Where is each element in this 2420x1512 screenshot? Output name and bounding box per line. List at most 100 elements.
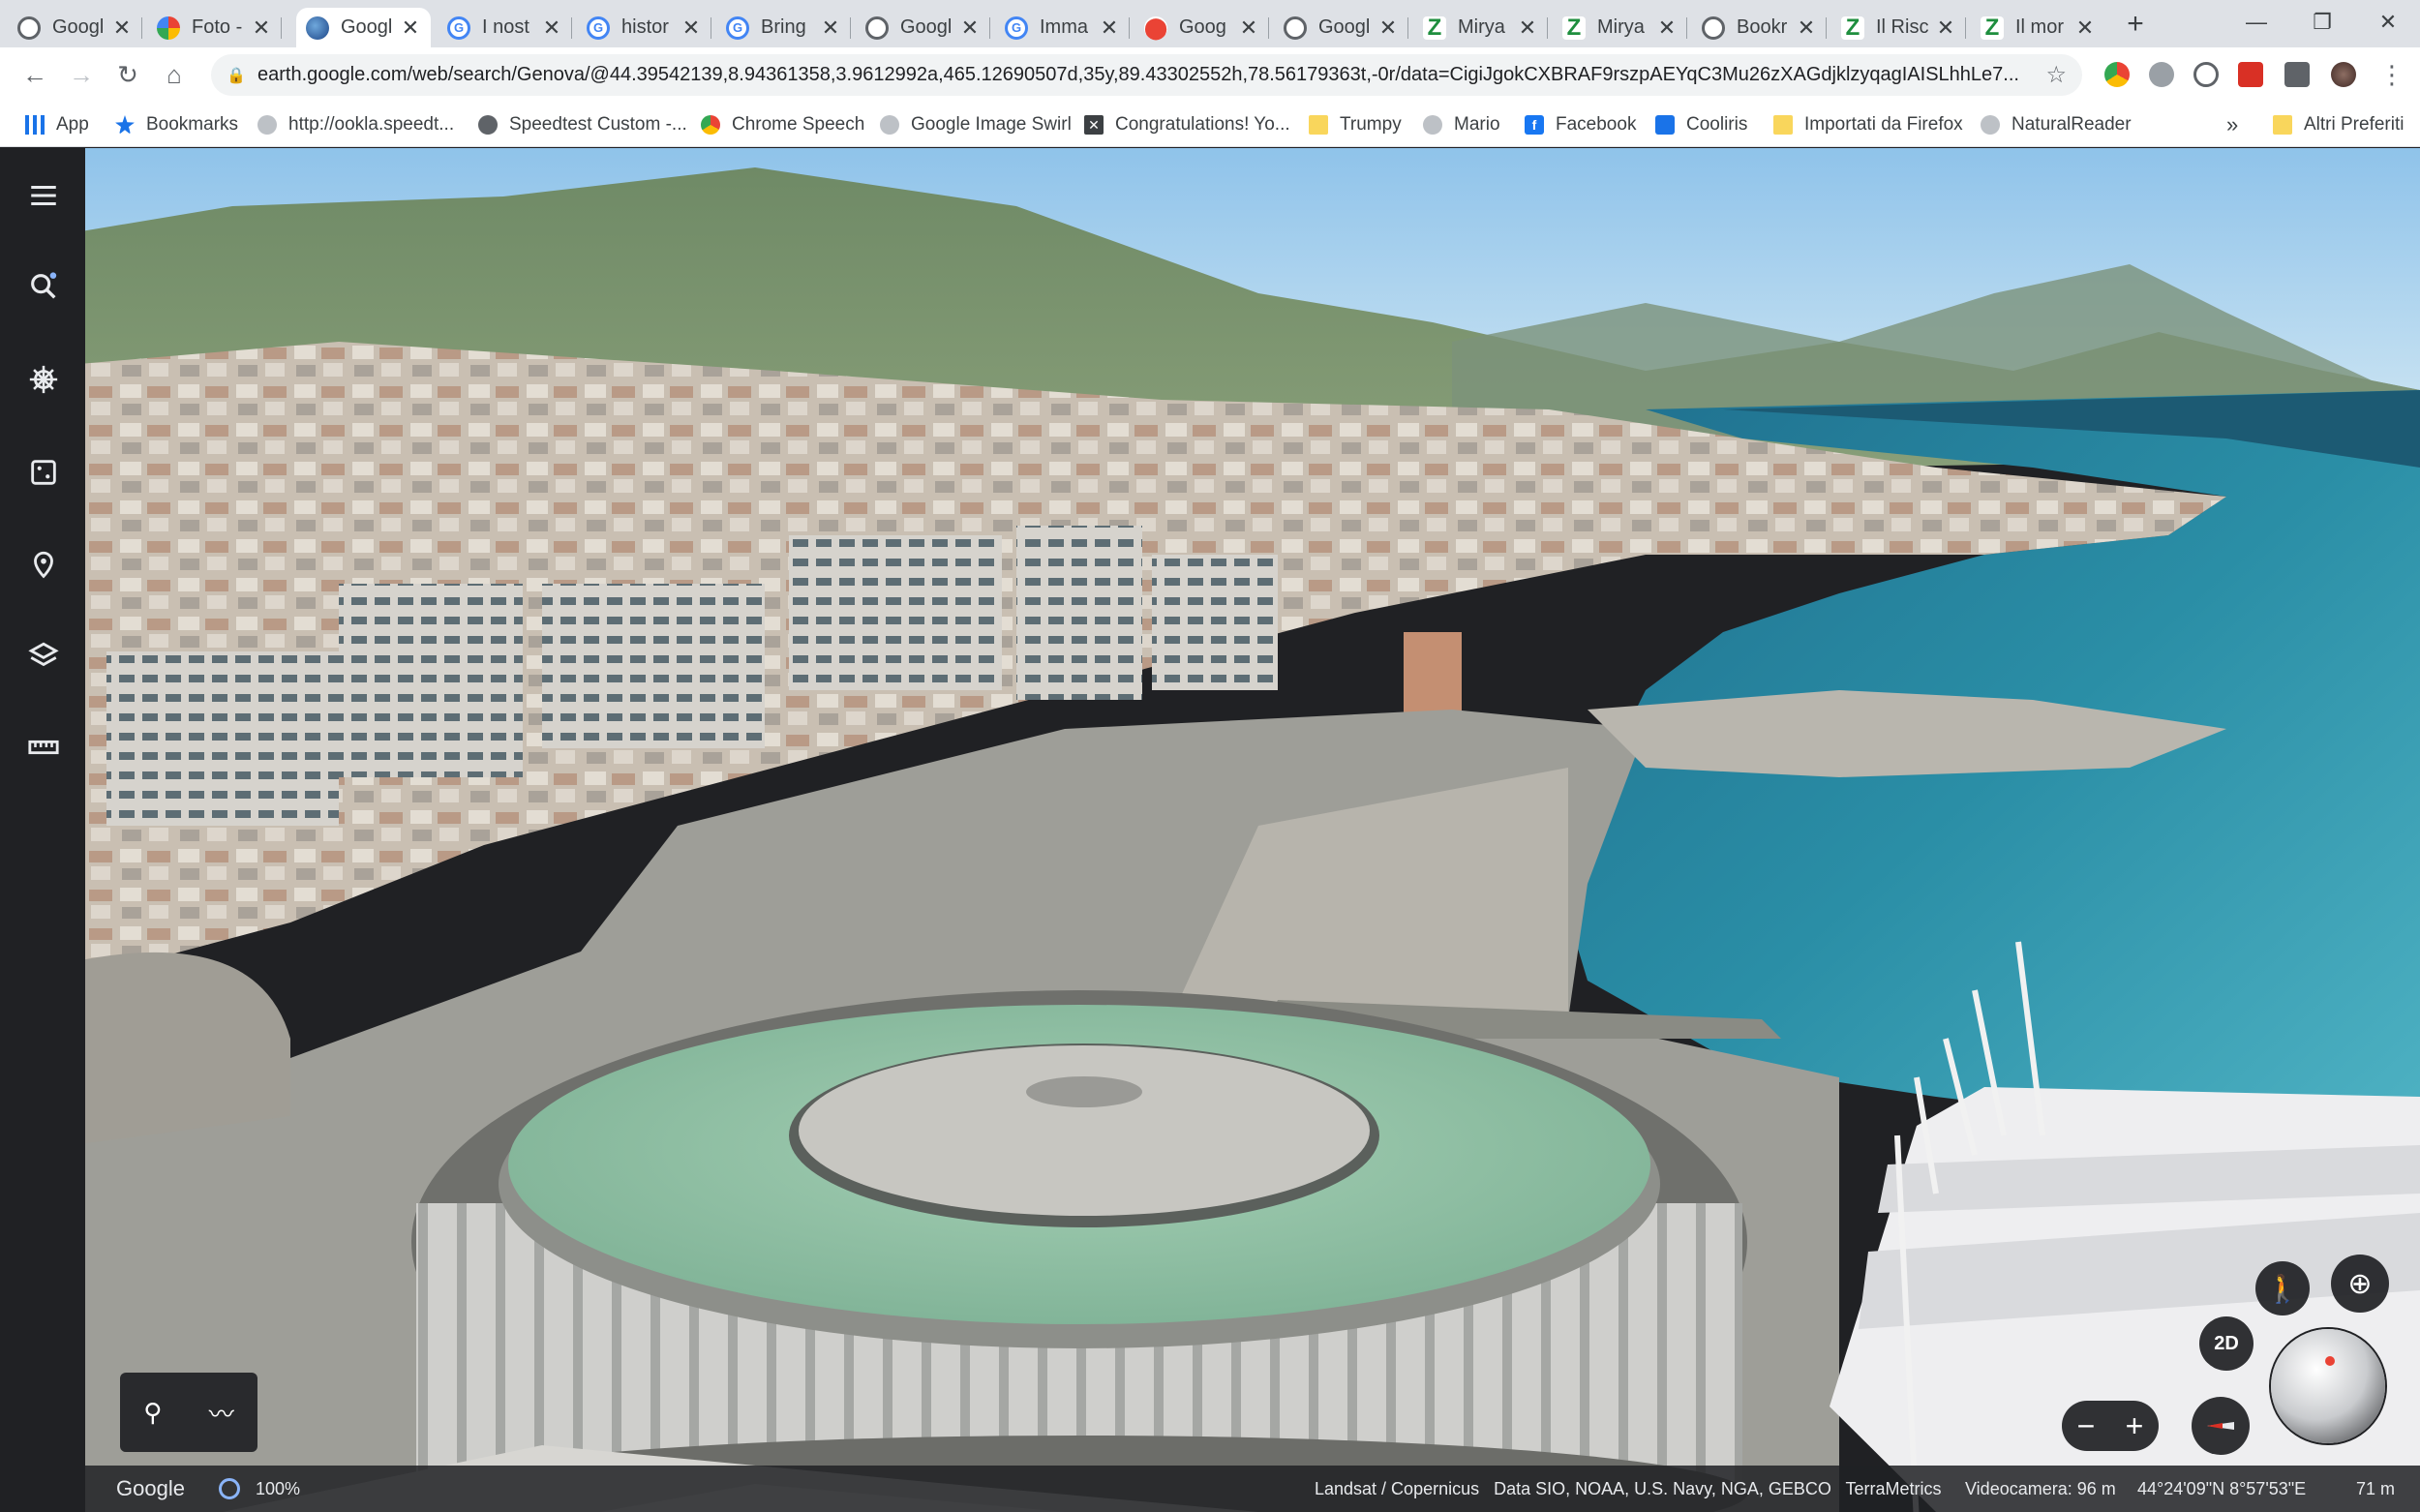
close-tab-icon[interactable]: ✕ (959, 15, 981, 41)
bookmark-ookla[interactable]: http://ookla.speedt... (257, 103, 454, 147)
bookmark-cooliris[interactable]: Cooliris (1655, 103, 1747, 147)
tab-8[interactable]: G Imma ✕ (995, 8, 1130, 47)
bookmark-congratulations[interactable]: ✕ Congratulations! Yo... (1084, 103, 1290, 147)
profile-avatar[interactable] (2331, 62, 2356, 87)
menu-kebab-icon[interactable]: ⋮ (2374, 56, 2410, 93)
tab-12[interactable]: Z Mirya ✕ (1553, 8, 1687, 47)
2d-toggle-button[interactable]: 2D (2199, 1316, 2254, 1371)
compass-needle-icon (2207, 1422, 2234, 1430)
globe-icon (1702, 15, 1725, 40)
draw-path-icon[interactable]: 〰 (209, 1395, 234, 1431)
tab-5[interactable]: Ghistor ✕ (577, 8, 711, 47)
close-tab-icon[interactable]: ✕ (1517, 15, 1538, 41)
zoom-controls: − + (2062, 1401, 2159, 1451)
tab-1[interactable]: Googl ✕ (8, 8, 142, 47)
bookmark-star-icon[interactable]: ☆ (2045, 61, 2067, 89)
map-style-layers-icon[interactable] (23, 636, 64, 677)
globe-overview-icon[interactable] (2271, 1329, 2385, 1443)
forward-button[interactable]: → (63, 56, 100, 93)
extensions-puzzle-icon[interactable] (2284, 62, 2310, 87)
bookmark-trumpy[interactable]: Trumpy (1309, 103, 1402, 147)
pegman-icon[interactable]: 🚶 (2255, 1261, 2310, 1315)
bookmark-naturalreader[interactable]: NaturalReader (1981, 103, 2132, 147)
bookmark-image-swirl[interactable]: Google Image Swirl (880, 103, 1072, 147)
tab-10[interactable]: Googl ✕ (1274, 8, 1408, 47)
my-location-icon[interactable]: ⊕ (2331, 1255, 2389, 1313)
other-bookmarks-button[interactable]: Altri Preferiti (2273, 103, 2404, 147)
extension-color-icon[interactable] (2104, 62, 2130, 87)
measure-tools: ⚲ 〰 (120, 1373, 257, 1452)
tab-strip: Googl ✕ Foto - ✕ Googl ✕ GI nost ✕ Ghistor ✕ … (0, 0, 2420, 47)
zoom-out-button[interactable]: − (2077, 1408, 2096, 1444)
bookmark-speedtest[interactable]: Speedtest Custom -... (478, 103, 687, 147)
close-tab-icon[interactable]: ✕ (1935, 15, 1956, 41)
close-tab-icon[interactable]: ✕ (251, 15, 272, 41)
home-button[interactable]: ⌂ (156, 56, 193, 93)
extension-pocket-icon[interactable] (2238, 62, 2263, 87)
hamburger-menu-icon[interactable] (23, 175, 64, 216)
tab-14[interactable]: Z Il Risc ✕ (1831, 8, 1966, 47)
tab-6[interactable]: G Bring ✕ (716, 8, 851, 47)
bookmarks-bar: App Bookmarks http://ookla.speedt... Spe… (0, 103, 2420, 147)
close-tab-icon[interactable]: ✕ (681, 15, 702, 41)
close-tab-icon[interactable]: ✕ (400, 15, 421, 41)
projects-pin-icon[interactable] (23, 545, 64, 586)
tab-15[interactable]: Z Il mor ✕ (1971, 8, 2105, 47)
miryam-icon: Z (1423, 15, 1446, 41)
bookmark-apps[interactable]: App (25, 103, 89, 147)
google-maps-icon: ⬤ (1143, 15, 1168, 40)
zoom-in-button[interactable]: + (2126, 1408, 2144, 1444)
minimize-button[interactable]: — (2224, 0, 2288, 44)
url-text[interactable]: earth.google.com/web/search/Genova/@44.3… (257, 64, 2045, 86)
tab-3-active[interactable]: Googl ✕ (296, 8, 431, 47)
bookmarks-overflow-button[interactable]: » (2226, 103, 2238, 147)
google-icon: G (1005, 15, 1028, 40)
cooliris-icon (1655, 115, 1675, 135)
bookmark-facebook[interactable]: f Facebook (1525, 103, 1636, 147)
close-tab-icon[interactable]: ✕ (2074, 15, 2096, 41)
google-logo-text: Google (116, 1476, 185, 1500)
close-window-button[interactable]: ✕ (2356, 0, 2420, 44)
bookmark-chrome-speech[interactable]: Chrome Speech (701, 103, 864, 147)
tab-4[interactable]: GI nost ✕ (438, 8, 572, 47)
tab-2[interactable]: Foto - ✕ (147, 8, 282, 47)
extension-speedometer-icon[interactable] (2193, 62, 2219, 87)
place-marker-icon[interactable]: ⚲ (143, 1398, 162, 1428)
close-tab-icon[interactable]: ✕ (1099, 15, 1120, 41)
earth-status-bar: Google 100% Landsat / Copernicus Data SI… (85, 1466, 2420, 1512)
tab-9[interactable]: ⬤ Goog ✕ (1134, 8, 1269, 47)
bookmark-firefox-import[interactable]: Importati da Firefox (1773, 103, 1963, 147)
bookmark-mario[interactable]: Mario (1423, 103, 1500, 147)
compass-button[interactable] (2192, 1397, 2250, 1455)
extension-check-icon[interactable] (2149, 62, 2174, 87)
feeling-lucky-dice-icon[interactable] (23, 452, 64, 493)
search-icon[interactable] (23, 266, 64, 307)
reload-button[interactable]: ↻ (109, 56, 146, 93)
close-tab-icon[interactable]: ✕ (541, 15, 562, 41)
restore-button[interactable]: ❐ (2290, 0, 2354, 44)
genoa-aerial-scene[interactable] (0, 148, 2420, 1512)
globe-icon (1981, 115, 2000, 135)
close-tab-icon[interactable]: ✕ (111, 15, 133, 41)
close-tab-icon[interactable]: ✕ (1796, 15, 1817, 41)
camera-altitude: Videocamera: 96 m (1965, 1478, 2116, 1498)
bookmark-bookmarks[interactable]: Bookmarks (115, 103, 238, 147)
earth-3d-viewport[interactable]: ⚲ 〰 🚶 ⊕ 2D − + (0, 148, 2420, 1512)
new-tab-button[interactable]: + (2118, 7, 2153, 42)
browser-window: Googl ✕ Foto - ✕ Googl ✕ GI nost ✕ Ghistor ✕ … (0, 0, 2420, 1512)
voyager-wheel-icon[interactable] (23, 359, 64, 400)
lock-icon[interactable]: 🔒 (227, 66, 246, 85)
measure-ruler-icon[interactable] (23, 727, 64, 768)
close-tab-icon[interactable]: ✕ (1238, 15, 1259, 41)
tab-13[interactable]: Bookr ✕ (1692, 8, 1827, 47)
imagery-attribution[interactable]: Landsat / Copernicus Data SIO, NOAA, U.S… (1315, 1479, 1942, 1499)
miryam-icon: Z (1562, 15, 1586, 41)
tab-11[interactable]: Z Mirya ✕ (1413, 8, 1548, 47)
close-tab-icon[interactable]: ✕ (1377, 15, 1399, 41)
tab-7[interactable]: Googl ✕ (856, 8, 990, 47)
close-tab-icon[interactable]: ✕ (1656, 15, 1678, 41)
back-button[interactable]: ← (16, 56, 53, 93)
address-bar[interactable]: 🔒 earth.google.com/web/search/Genova/@44… (211, 54, 2082, 96)
close-tab-icon[interactable]: ✕ (820, 15, 841, 41)
chrome-icon (701, 115, 720, 135)
